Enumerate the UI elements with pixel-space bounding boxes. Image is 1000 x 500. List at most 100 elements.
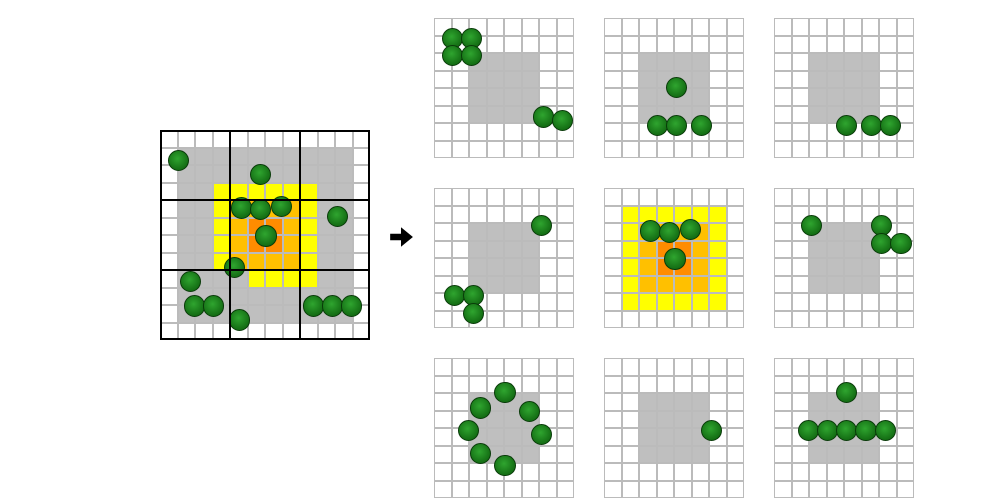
grid-cell (230, 165, 248, 183)
grid-cell (879, 53, 897, 71)
grid-cell (879, 446, 897, 464)
grid-cell (604, 411, 622, 429)
grid-cell (469, 206, 487, 224)
agent-marker (203, 295, 224, 316)
grid-cell (469, 188, 487, 206)
grid-cell (879, 188, 897, 206)
grid-cell (487, 258, 505, 276)
grid-cell (792, 258, 810, 276)
agent-marker (664, 248, 685, 269)
grid-cell (622, 71, 640, 89)
agent-marker (463, 303, 484, 324)
agent-marker (494, 382, 515, 403)
grid-cell (674, 481, 692, 499)
grid-cell (727, 71, 745, 89)
grid-cell (539, 141, 557, 159)
grid-cell (657, 276, 675, 294)
grid-cell (827, 258, 845, 276)
grid-cell (727, 481, 745, 499)
grid-cell (622, 223, 640, 241)
grid-cell (318, 323, 336, 341)
grid-cell (469, 141, 487, 159)
grid-cell (897, 428, 915, 446)
grid-cell (622, 88, 640, 106)
grid-cell (248, 183, 266, 201)
grid-cell (300, 130, 318, 148)
grid-cell (604, 241, 622, 259)
grid-cell (879, 88, 897, 106)
grid-cell (827, 311, 845, 329)
grid-cell (639, 71, 657, 89)
grid-cell (160, 270, 178, 288)
grid-cell (522, 188, 540, 206)
grid-cell (774, 481, 792, 499)
grid-cell (469, 481, 487, 499)
grid-cell (809, 88, 827, 106)
grid-cell (434, 311, 452, 329)
grid-cell (709, 188, 727, 206)
grid-cell (539, 88, 557, 106)
grid-cell (300, 218, 318, 236)
grid-cell (283, 165, 301, 183)
grid-cell (639, 258, 657, 276)
grid-cell (557, 311, 575, 329)
grid-cell (862, 376, 880, 394)
grid-cell (879, 311, 897, 329)
grid-cell (897, 18, 915, 36)
grid-cell (604, 393, 622, 411)
grid-cell (487, 311, 505, 329)
grid-cell (539, 293, 557, 311)
grid-cell (557, 53, 575, 71)
grid-cell (195, 253, 213, 271)
grid-cell (522, 446, 540, 464)
grid-cell (809, 481, 827, 499)
grid-cell (487, 141, 505, 159)
grid-cell (844, 53, 862, 71)
grid-cell (160, 200, 178, 218)
grid-cell (539, 393, 557, 411)
grid-cell (897, 206, 915, 224)
grid-cell (897, 411, 915, 429)
grid-cell (809, 18, 827, 36)
grid-cell (504, 36, 522, 54)
grid-cell (709, 71, 727, 89)
grid-cell (622, 141, 640, 159)
grid-cell (692, 71, 710, 89)
grid-cell (657, 53, 675, 71)
grid-cell (862, 88, 880, 106)
grid-cell (639, 358, 657, 376)
grid-cell (709, 88, 727, 106)
grid-cell (809, 188, 827, 206)
grid-cell (622, 258, 640, 276)
grid-cell (213, 323, 231, 341)
grid-cell (248, 253, 266, 271)
grid-cell (879, 258, 897, 276)
grid-cell (230, 218, 248, 236)
grid-cell (674, 36, 692, 54)
grid-cell (897, 358, 915, 376)
grid-cell (557, 463, 575, 481)
grid-cell (827, 446, 845, 464)
grid-cell (539, 258, 557, 276)
grid-cell (879, 293, 897, 311)
grid-cell (522, 358, 540, 376)
grid-cell (300, 183, 318, 201)
grid-cell (809, 446, 827, 464)
grid-cell (622, 241, 640, 259)
grid-cell (727, 376, 745, 394)
grid-cell (178, 253, 196, 271)
grid-cell (657, 206, 675, 224)
grid-cell (557, 411, 575, 429)
grid-cell (709, 393, 727, 411)
grid-cell (195, 218, 213, 236)
grid-cell (862, 188, 880, 206)
grid-cell (487, 188, 505, 206)
grid-cell (727, 223, 745, 241)
grid-cell (774, 311, 792, 329)
grid-cell (727, 141, 745, 159)
grid-cell (469, 258, 487, 276)
grid-cell (622, 106, 640, 124)
grid-cell (434, 88, 452, 106)
grid-cell (774, 188, 792, 206)
grid-cell (844, 141, 862, 159)
